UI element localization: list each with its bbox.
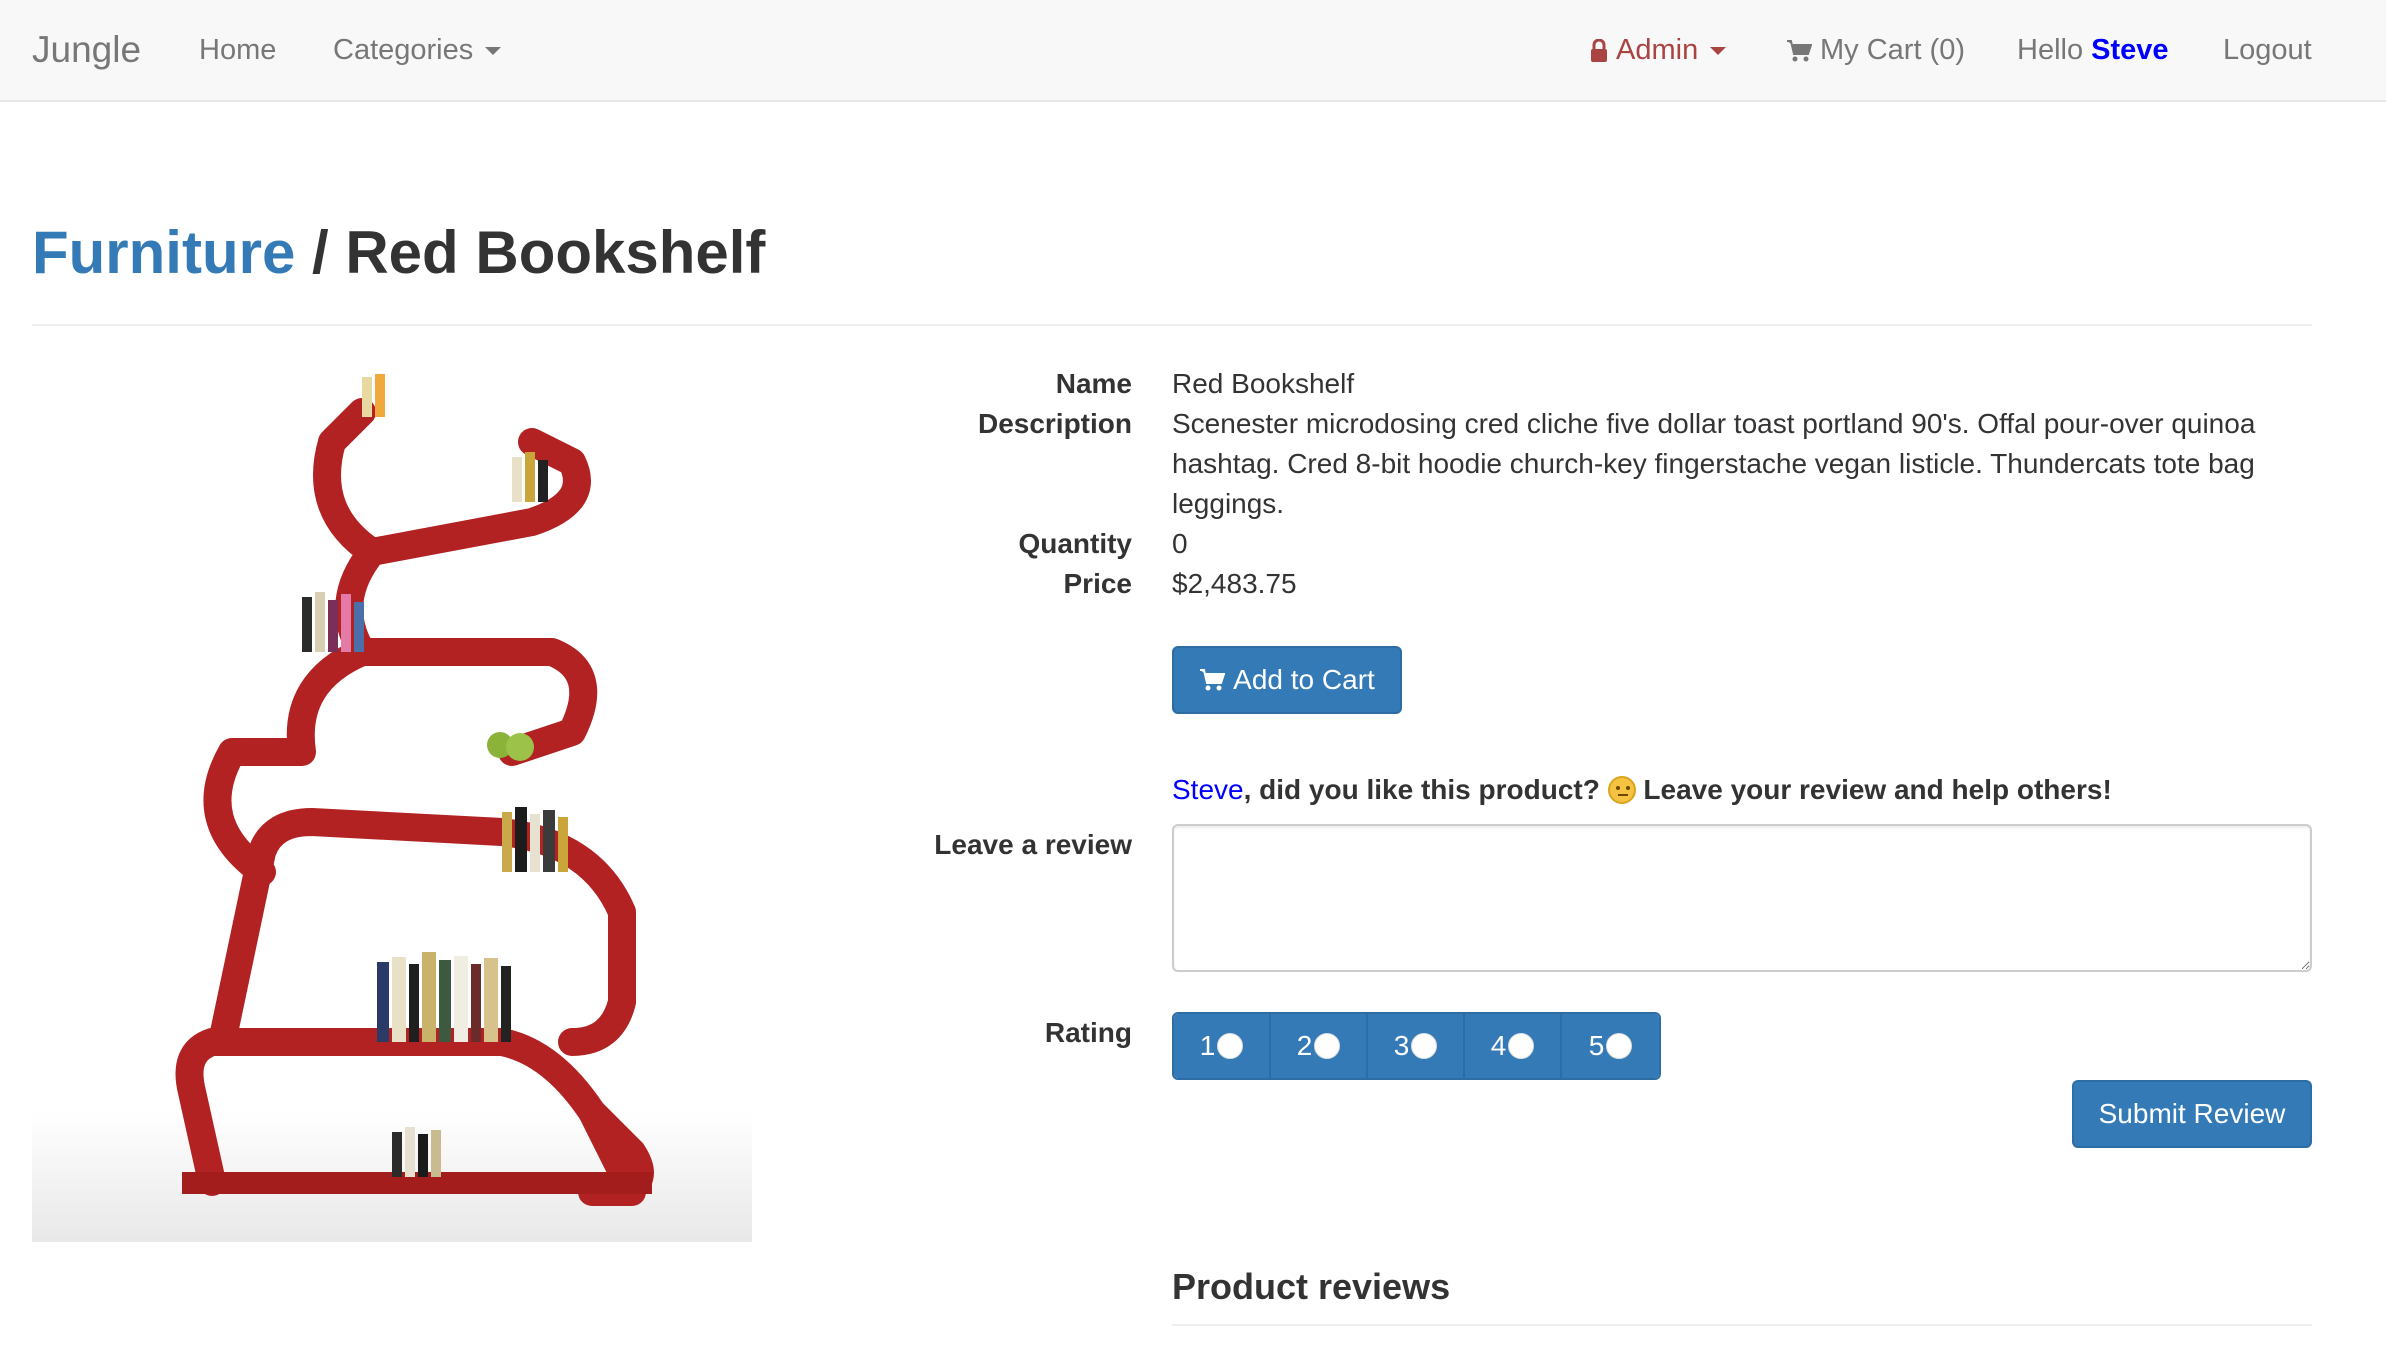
reviews-section-header: Product reviews xyxy=(1172,1262,2312,1326)
nav-categories-dropdown[interactable]: Categories xyxy=(333,0,502,100)
leave-review-label: Leave a review xyxy=(934,829,1132,860)
rating-option-3[interactable]: 3 xyxy=(1368,1014,1465,1078)
radio-circle-icon[interactable] xyxy=(1411,1033,1438,1059)
add-to-cart-button[interactable]: Add to Cart xyxy=(1172,646,1402,714)
review-prompt-user: Steve xyxy=(1172,774,1244,805)
breadcrumb-category-link[interactable]: Furniture xyxy=(32,219,295,286)
nav-cart[interactable]: My Cart (0) xyxy=(1786,0,1965,100)
rating-label: Rating xyxy=(1044,1017,1132,1048)
review-textarea[interactable] xyxy=(1172,824,2312,972)
nav-admin-dropdown[interactable]: Admin xyxy=(1590,0,1727,100)
review-prompt-text: , did you like this product? xyxy=(1243,774,1608,805)
name-label: Name xyxy=(1055,368,1132,399)
price-label: Price xyxy=(1063,568,1133,599)
review-prompt-tail: Leave your review and help others! xyxy=(1635,774,2112,805)
rating-option-label: 2 xyxy=(1296,1030,1313,1061)
page-header: Furniture / Red Bookshelf xyxy=(32,216,2312,326)
navbar: Jungle Home Categories Admin My Cart (0)… xyxy=(0,0,2386,102)
nav-home[interactable]: Home xyxy=(199,0,276,100)
greeting-text: Hello xyxy=(2017,34,2084,66)
rating-option-2[interactable]: 2 xyxy=(1271,1014,1368,1078)
quantity-label: Quantity xyxy=(1018,528,1132,559)
radio-circle-icon[interactable] xyxy=(1606,1033,1633,1059)
cart-icon xyxy=(1200,669,1226,691)
rating-option-1[interactable]: 1 xyxy=(1174,1014,1271,1078)
submit-review-button[interactable]: Submit Review xyxy=(2072,1080,2312,1148)
description-value: Scenester microdosing cred cliche five d… xyxy=(1172,408,2256,519)
rating-option-4[interactable]: 4 xyxy=(1465,1014,1562,1078)
cart-icon xyxy=(1787,40,1812,62)
bookshelf-illustration xyxy=(32,374,752,1242)
add-to-cart-label: Add to Cart xyxy=(1233,664,1375,695)
rating-option-label: 3 xyxy=(1393,1030,1410,1061)
nav-categories-label: Categories xyxy=(333,34,474,66)
nav-admin-label: Admin xyxy=(1616,34,1699,66)
radio-circle-icon[interactable] xyxy=(1508,1033,1535,1059)
chevron-down-icon xyxy=(485,47,502,56)
rating-radio-group: 1 2 3 4 5 xyxy=(1172,1012,1661,1080)
chevron-down-icon xyxy=(1710,47,1727,56)
nav-cart-label: My Cart (0) xyxy=(1820,34,1965,66)
quantity-value: 0 xyxy=(1172,528,1188,559)
radio-circle-icon[interactable] xyxy=(1217,1033,1244,1059)
lock-icon xyxy=(1591,39,1607,62)
rating-option-label: 1 xyxy=(1199,1030,1216,1061)
brand-link[interactable]: Jungle xyxy=(32,0,141,100)
name-value: Red Bookshelf xyxy=(1172,368,1355,399)
radio-circle-icon[interactable] xyxy=(1314,1033,1341,1059)
reviews-heading: Product reviews xyxy=(1172,1266,1451,1307)
review-prompt: Steve, did you like this product? Leave … xyxy=(1172,770,2112,810)
rating-option-5[interactable]: 5 xyxy=(1562,1014,1659,1078)
price-value: $2,483.75 xyxy=(1172,568,1297,599)
nav-logout[interactable]: Logout xyxy=(2223,0,2312,100)
page-title: Furniture / Red Bookshelf xyxy=(32,216,2312,290)
rating-option-label: 5 xyxy=(1588,1030,1605,1061)
thinking-face-icon xyxy=(1607,776,1636,804)
user-name: Steve xyxy=(2091,34,2169,66)
product-image xyxy=(32,352,752,1242)
breadcrumb-separator: / xyxy=(295,219,346,286)
description-label: Description xyxy=(977,408,1132,439)
rating-option-label: 4 xyxy=(1490,1030,1507,1061)
nav-greeting: Hello Steve xyxy=(2017,0,2169,100)
breadcrumb-product: Red Bookshelf xyxy=(345,219,766,286)
